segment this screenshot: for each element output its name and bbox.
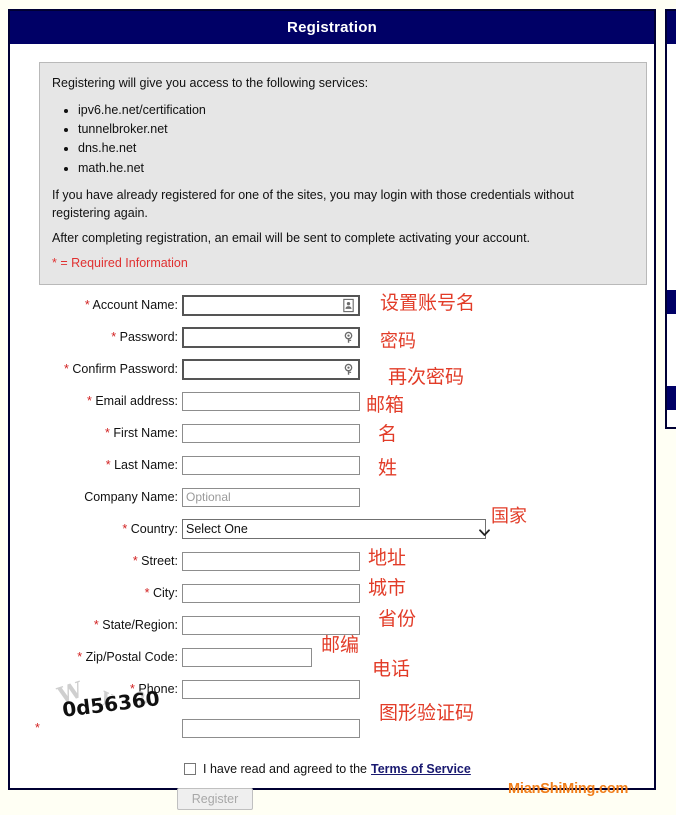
- required-star: *: [93, 618, 99, 632]
- confirm-password-input[interactable]: [182, 358, 360, 380]
- form-row-confirm-password: * Confirm Password:: [10, 356, 658, 382]
- state-region-input[interactable]: [182, 615, 360, 635]
- label-captcha: *: [10, 721, 182, 735]
- annotation-country: 国家: [491, 506, 527, 527]
- form-row-city: * City:: [10, 580, 658, 606]
- label-country: * Country:: [122, 522, 178, 536]
- registration-panel: Registration Registering will give you a…: [8, 9, 656, 810]
- terms-of-service-link[interactable]: Terms of Service: [371, 762, 471, 776]
- terms-text: I have read and agreed to the: [203, 762, 368, 776]
- watermark: MianShiMing.com: [508, 781, 629, 797]
- form-row-password: * Password:: [10, 324, 658, 350]
- password-input[interactable]: [182, 326, 360, 348]
- confirm-password-field-wrap: [182, 358, 360, 380]
- company-name-input[interactable]: [182, 487, 360, 507]
- password-field-wrap: [182, 326, 360, 348]
- label-company-name: Company Name:: [84, 490, 178, 504]
- required-star: *: [132, 554, 138, 568]
- required-star: *: [111, 330, 117, 344]
- email-input[interactable]: [182, 391, 360, 411]
- first-name-input[interactable]: [182, 423, 360, 443]
- label-state-region: * State/Region:: [93, 618, 178, 632]
- page-title: Registration: [10, 11, 654, 44]
- required-star: *: [144, 586, 150, 600]
- street-input[interactable]: [182, 551, 360, 571]
- label-account-name: * Account Name:: [84, 298, 178, 312]
- annotation-captcha: 图形验证码: [379, 702, 475, 724]
- form-row-account-name: * Account Name:: [10, 292, 658, 318]
- country-select[interactable]: Select One: [182, 519, 486, 539]
- list-item: tunnelbroker.net: [78, 120, 634, 138]
- label-email-address: * Email address:: [86, 394, 178, 408]
- required-star: *: [77, 650, 83, 664]
- annotation-last-name: 姓: [378, 457, 398, 479]
- city-input[interactable]: [182, 583, 360, 603]
- sliver-header-bar-1: [667, 11, 676, 44]
- annotation-account-name: 设置账号名: [380, 292, 476, 314]
- sliver-body-1: [667, 44, 676, 290]
- form-row-first-name: * First Name:: [10, 420, 658, 446]
- required-information-note: * = Required Information: [52, 256, 188, 270]
- annotation-phone: 电话: [372, 658, 411, 680]
- terms-checkbox[interactable]: [184, 763, 196, 775]
- annotation-street: 地址: [368, 547, 407, 569]
- annotation-email: 邮箱: [366, 394, 405, 416]
- registration-form: * Account Name: * Password: * Confirm Pa…: [10, 292, 658, 810]
- annotation-first-name: 名: [378, 423, 398, 445]
- sliver-header-bar-2: [667, 290, 676, 314]
- annotation-city: 城市: [368, 577, 407, 599]
- zip-postal-code-input[interactable]: [182, 647, 312, 667]
- label-first-name: * First Name:: [105, 426, 178, 440]
- info-login-note: If you have already registered for one o…: [52, 187, 574, 220]
- annotation-zip: 邮编: [321, 634, 360, 656]
- phone-input[interactable]: [182, 679, 360, 699]
- label-street: * Street:: [132, 554, 178, 568]
- terms-row: I have read and agreed to the Terms of S…: [10, 762, 658, 776]
- services-list: ipv6.he.net/certification tunnelbroker.n…: [52, 101, 634, 177]
- required-star: *: [105, 426, 110, 440]
- account-name-input[interactable]: [182, 294, 360, 316]
- country-select-wrap: Select One: [182, 519, 490, 539]
- label-password: * Password:: [111, 330, 178, 344]
- required-star: *: [122, 522, 128, 536]
- required-star: *: [86, 394, 92, 408]
- annotation-confirm-password: 再次密码: [388, 366, 465, 388]
- required-star: *: [64, 362, 69, 376]
- last-name-input[interactable]: [182, 455, 360, 475]
- register-button[interactable]: Register: [176, 788, 254, 810]
- label-last-name: * Last Name:: [105, 458, 178, 472]
- required-star: *: [35, 721, 40, 735]
- list-item: dns.he.net: [78, 139, 634, 157]
- required-star: *: [84, 298, 90, 312]
- sliver-header-bar-3: [667, 386, 676, 410]
- form-row-street: * Street:: [10, 548, 658, 574]
- secondary-panel-sliver: [665, 9, 676, 429]
- form-row-company-name: Company Name:: [10, 484, 658, 510]
- captcha-input[interactable]: [182, 718, 360, 738]
- label-confirm-password: * Confirm Password:: [64, 362, 178, 376]
- required-star: *: [105, 458, 111, 472]
- form-row-country: * Country: Select One: [10, 516, 658, 542]
- list-item: math.he.net: [78, 159, 634, 177]
- label-city: * City:: [144, 586, 178, 600]
- list-item: ipv6.he.net/certification: [78, 101, 634, 119]
- account-name-field-wrap: [182, 294, 360, 316]
- info-intro: Registering will give you access to the …: [52, 76, 369, 90]
- annotation-password: 密码: [380, 331, 416, 352]
- info-email-note: After completing registration, an email …: [52, 230, 531, 245]
- annotation-state-region: 省份: [378, 608, 417, 630]
- label-zip-postal-code: * Zip/Postal Code:: [77, 650, 178, 664]
- sliver-body-2: [667, 314, 676, 386]
- form-row-last-name: * Last Name:: [10, 452, 658, 478]
- page-root: Registration Registering will give you a…: [0, 0, 676, 815]
- info-box: Registering will give you access to the …: [39, 62, 647, 286]
- form-row-email: * Email address:: [10, 388, 658, 414]
